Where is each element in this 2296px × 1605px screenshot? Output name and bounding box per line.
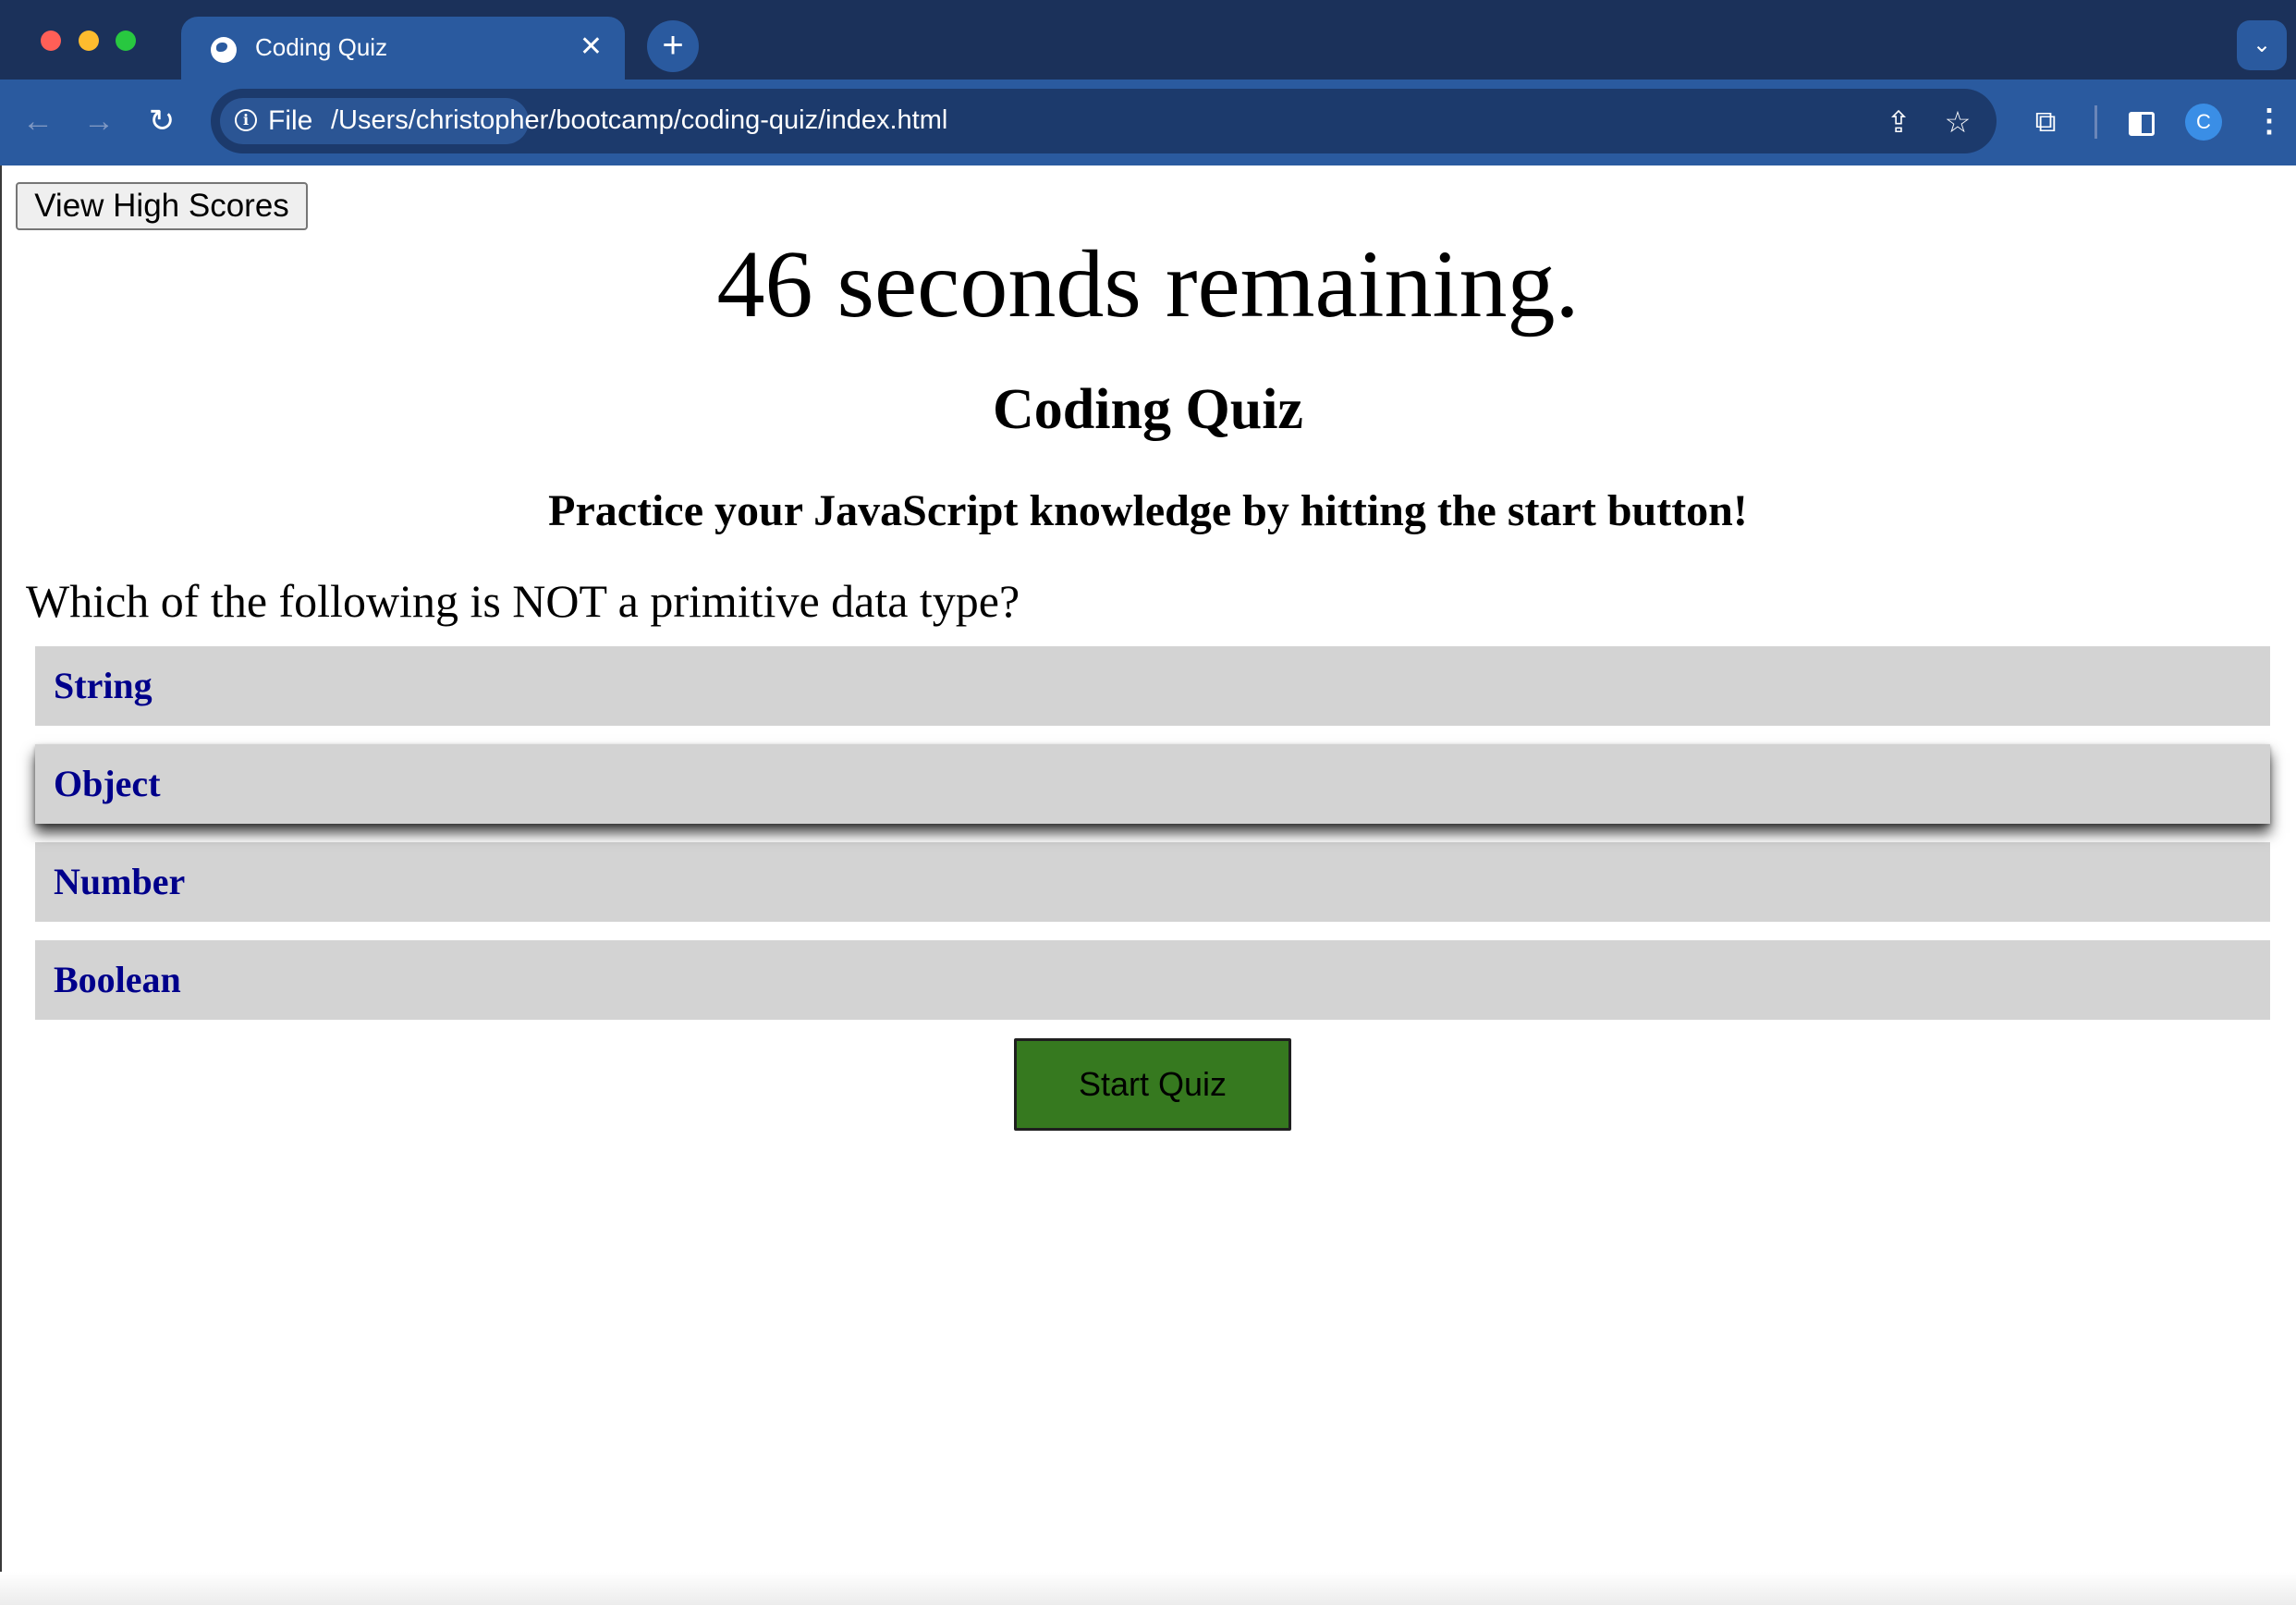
address-bar[interactable]: i File /Users/christopher/bootcamp/codin… bbox=[211, 89, 1997, 153]
new-tab-button[interactable]: + bbox=[647, 20, 699, 72]
answer-list: String Object Number Boolean bbox=[35, 646, 2270, 1038]
page-subtitle: Practice your JavaScript knowledge by hi… bbox=[548, 486, 1748, 535]
file-label: File bbox=[268, 105, 313, 136]
share-icon[interactable]: ⇪ bbox=[1880, 104, 1917, 141]
browser-chrome: Coding Quiz ✕ + ⌄ ← → ↻ i File /Users/ch… bbox=[0, 0, 2296, 165]
close-icon[interactable]: ✕ bbox=[580, 31, 603, 63]
close-window-button[interactable] bbox=[41, 31, 61, 51]
puzzle-icon[interactable]: ⧉ bbox=[2024, 100, 2067, 142]
page-title: Coding Quiz bbox=[993, 378, 1303, 441]
toolbar-divider bbox=[2094, 105, 2097, 139]
timer-text: 46 seconds remaining. bbox=[716, 231, 1580, 337]
view-high-scores-button[interactable]: View High Scores bbox=[16, 182, 308, 230]
answer-option[interactable]: String bbox=[35, 646, 2270, 726]
answer-option[interactable]: Number bbox=[35, 842, 2270, 922]
zoom-window-button[interactable] bbox=[116, 31, 136, 51]
back-arrow-icon[interactable]: ← bbox=[15, 98, 61, 144]
url-text[interactable]: /Users/christopher/bootcamp/coding-quiz/… bbox=[331, 105, 947, 136]
reload-icon[interactable]: ↻ bbox=[139, 98, 185, 144]
side-panel-icon[interactable] bbox=[2120, 100, 2163, 142]
tab-coding-quiz[interactable]: Coding Quiz ✕ bbox=[181, 17, 625, 80]
forward-arrow-icon[interactable]: → bbox=[76, 98, 122, 144]
star-icon[interactable]: ☆ bbox=[1939, 104, 1976, 141]
chevron-down-icon[interactable]: ⌄ bbox=[2237, 20, 2287, 70]
tab-strip: Coding Quiz ✕ + ⌄ bbox=[0, 0, 2296, 80]
answer-option[interactable]: Boolean bbox=[35, 940, 2270, 1020]
answer-option[interactable]: Object bbox=[35, 744, 2270, 824]
kebab-menu-icon[interactable]: ⋮ bbox=[2248, 100, 2290, 142]
browser-toolbar: ← → ↻ i File /Users/christopher/bootcamp… bbox=[0, 80, 2296, 165]
tab-title: Coding Quiz bbox=[255, 33, 388, 61]
minimize-window-button[interactable] bbox=[79, 31, 99, 51]
start-quiz-button[interactable]: Start Quiz bbox=[1014, 1038, 1291, 1131]
question-text: Which of the following is NOT a primitiv… bbox=[26, 575, 1020, 627]
globe-icon bbox=[211, 37, 237, 63]
avatar[interactable]: C bbox=[2185, 104, 2222, 141]
window-bottom-edge bbox=[0, 1572, 2296, 1605]
info-icon: i bbox=[235, 109, 257, 131]
